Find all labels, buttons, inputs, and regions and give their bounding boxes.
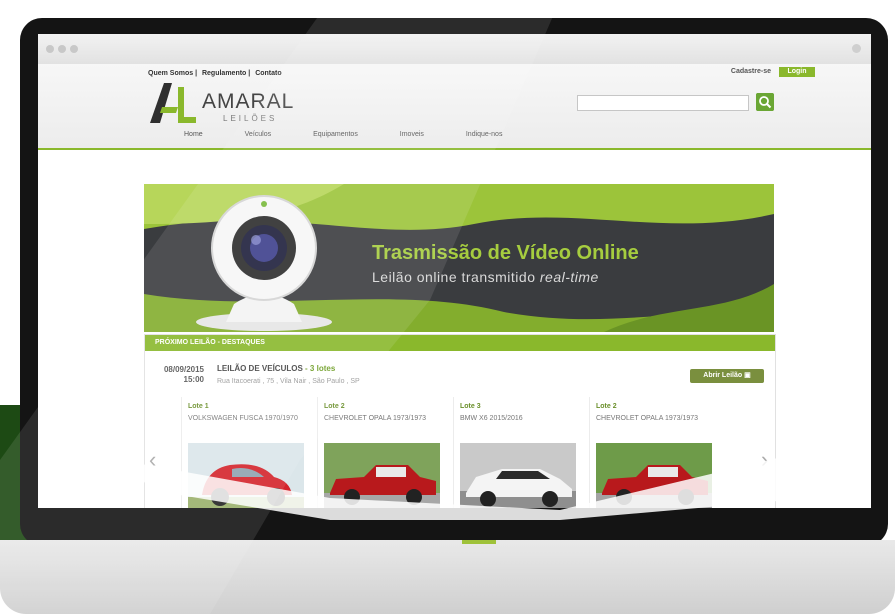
hero-banner[interactable]: Trasmissão de Vídeo Online Leilão online… xyxy=(144,184,774,332)
hero-subtitle-italic: real-time xyxy=(539,269,599,285)
chevron-right-icon[interactable]: › xyxy=(761,447,768,473)
link-quem-somos[interactable]: Quem Somos | xyxy=(148,70,197,77)
lot-name: VOLKSWAGEN FUSCA 1970/1970 xyxy=(188,415,298,422)
lot-card[interactable]: Lote 2 CHEVROLET OPALA 1973/1973 xyxy=(317,397,446,508)
webcam-icon xyxy=(196,195,332,331)
car-photo xyxy=(188,443,304,508)
lot-name: BMW X6 2015/2016 xyxy=(460,415,523,422)
open-auction-button[interactable]: Abrir Leilão ▣ xyxy=(690,369,764,383)
browser-menu-icon[interactable] xyxy=(852,44,861,53)
window-dot-icon[interactable] xyxy=(46,45,54,53)
nav-home[interactable]: Home xyxy=(184,131,203,138)
lot-title: Lote 2 xyxy=(596,403,617,410)
car-photo xyxy=(460,443,576,508)
monitor-notch xyxy=(462,540,496,544)
browser-screen: Quem Somos | Regulamento | Contato Cadas… xyxy=(38,34,871,508)
auction-title[interactable]: LEILÃO DE VEÍCULOS - 3 lotes xyxy=(217,364,335,373)
auction-address: Rua Itacoerati , 75 , Vila Nair , São Pa… xyxy=(217,378,360,385)
auction-time: 15:00 xyxy=(183,375,204,384)
hero-subtitle: Leilão online transmitido real-time xyxy=(372,269,599,285)
search-icon[interactable] xyxy=(756,93,774,111)
lot-card[interactable]: Lote 1 VOLKSWAGEN FUSCA 1970/1970 xyxy=(181,397,310,508)
lot-title: Lote 3 xyxy=(460,403,481,410)
logo-subtitle: LEILÕES xyxy=(223,114,278,123)
window-dot-icon[interactable] xyxy=(58,45,66,53)
nav-indique-nos[interactable]: Indique-nos xyxy=(466,131,503,138)
logo-name: AMARAL xyxy=(202,90,295,113)
main-nav: Home Veículos Equipamentos Imoveis Indiq… xyxy=(184,131,542,138)
lot-title: Lote 1 xyxy=(188,403,209,410)
chevron-left-icon[interactable]: ‹ xyxy=(149,447,156,473)
link-regulamento[interactable]: Regulamento | xyxy=(202,70,250,77)
nav-veiculos[interactable]: Veículos xyxy=(245,131,271,138)
nav-equipamentos[interactable]: Equipamentos xyxy=(313,131,358,138)
monitor: Quem Somos | Regulamento | Contato Cadas… xyxy=(0,0,895,614)
browser-chrome xyxy=(38,34,871,65)
lot-name: CHEVROLET OPALA 1973/1973 xyxy=(596,415,699,422)
car-photo xyxy=(324,443,440,508)
search-input[interactable] xyxy=(577,95,749,111)
open-auction-label: Abrir Leilão xyxy=(703,372,743,379)
lot-name: CHEVROLET OPALA 1973/1973 xyxy=(324,415,427,422)
lot-card[interactable]: Lote 3 BMW X6 2015/2016 xyxy=(453,397,582,508)
site-header: Quem Somos | Regulamento | Contato Cadas… xyxy=(38,64,871,150)
auction-date: 08/09/2015 15:00 xyxy=(154,365,204,385)
lot-title: Lote 2 xyxy=(324,403,345,410)
auction-title-text: LEILÃO DE VEÍCULOS xyxy=(217,364,303,373)
amaral-logo-icon[interactable] xyxy=(148,81,198,125)
auction-panel: PRÓXIMO LEILÃO - DESTAQUES 08/09/2015 15… xyxy=(144,334,776,508)
auction-header: PRÓXIMO LEILÃO - DESTAQUES xyxy=(145,335,775,351)
login-button[interactable]: Login xyxy=(779,67,815,77)
link-contato[interactable]: Contato xyxy=(255,70,281,77)
window-dot-icon[interactable] xyxy=(70,45,78,53)
website: Quem Somos | Regulamento | Contato Cadas… xyxy=(38,64,871,508)
nav-imoveis[interactable]: Imoveis xyxy=(400,131,424,138)
top-links: Quem Somos | Regulamento | Contato xyxy=(148,70,285,77)
signup-link[interactable]: Cadastre-se xyxy=(731,68,771,75)
lot-card[interactable]: Lote 2 CHEVROLET OPALA 1973/1973 xyxy=(589,397,718,508)
auction-lot-count: - 3 lotes xyxy=(305,364,336,373)
monitor-chin xyxy=(0,540,895,614)
hero-title: Trasmissão de Vídeo Online xyxy=(372,242,639,264)
car-photo xyxy=(596,443,712,508)
auction-date-text: 08/09/2015 xyxy=(163,365,204,374)
hero-subtitle-text: Leilão online transmitido xyxy=(372,269,540,285)
